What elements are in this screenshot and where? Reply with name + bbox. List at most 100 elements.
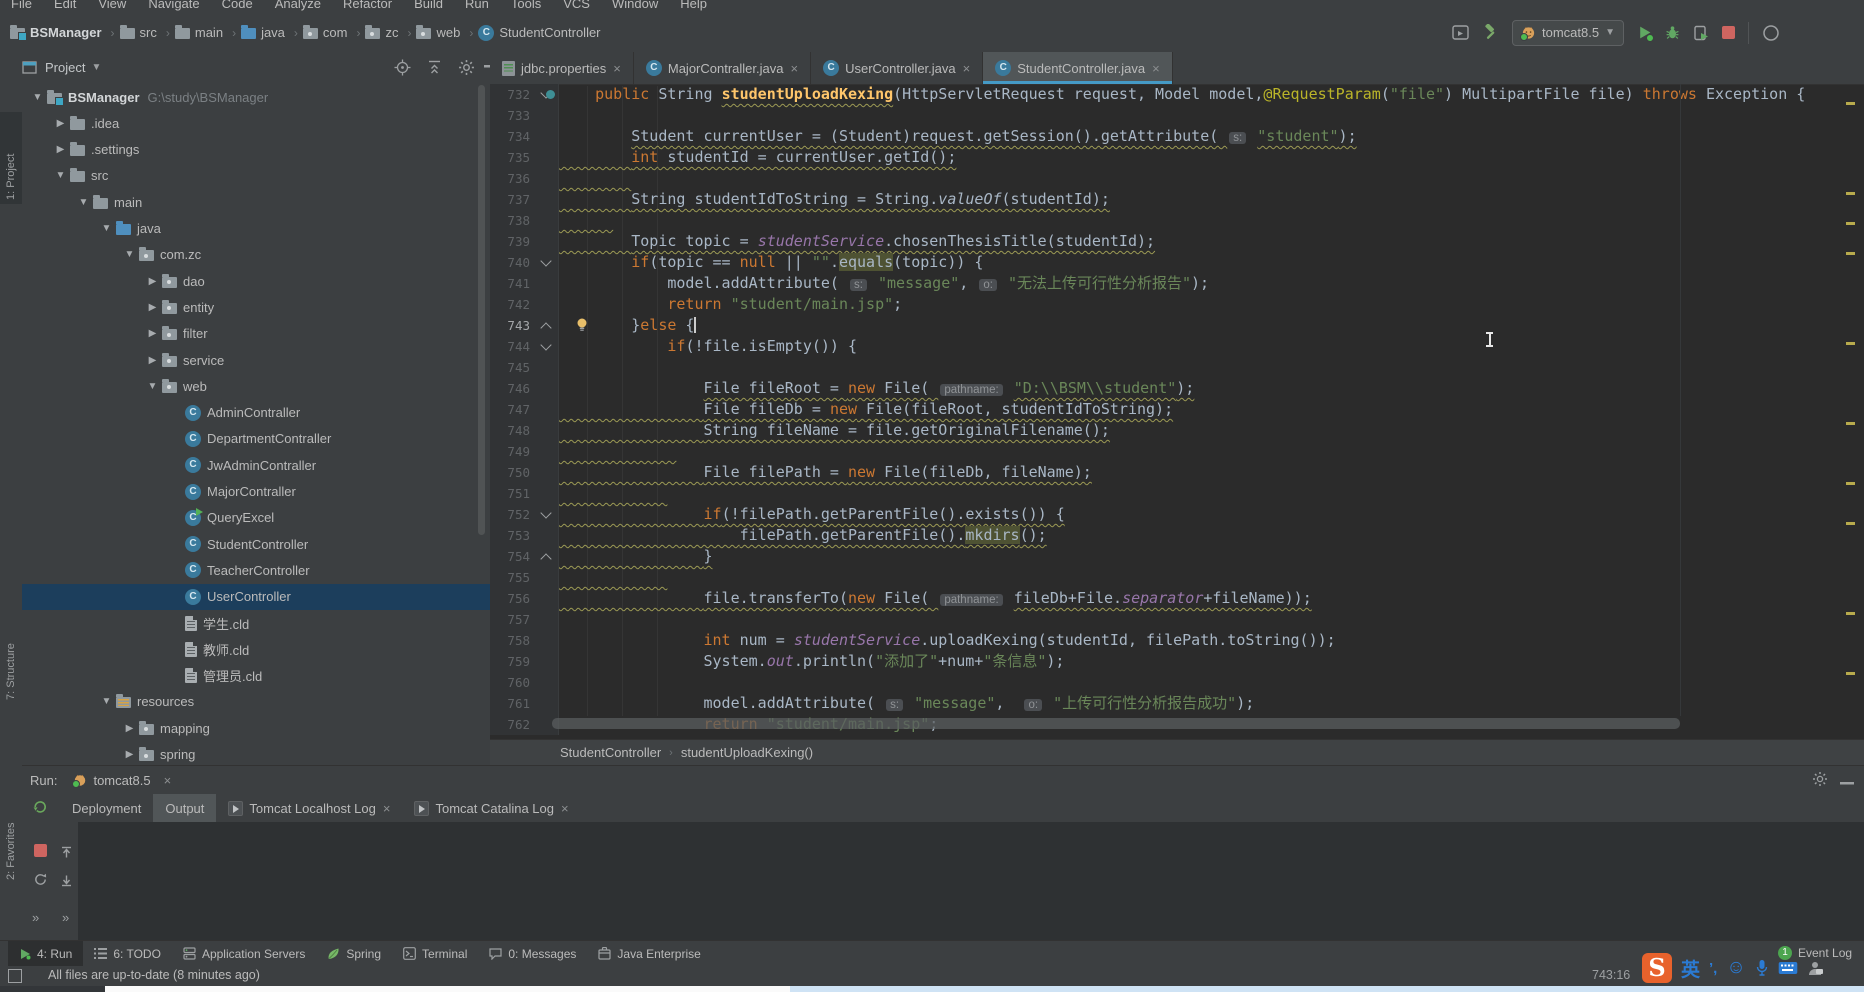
stop-button[interactable]: [1722, 26, 1735, 39]
tree-item-service[interactable]: ▶service: [22, 347, 490, 373]
caret-position[interactable]: 743:16: [1592, 968, 1630, 982]
tab-usercontroller-java[interactable]: CUserController.java×: [811, 52, 983, 84]
editor-horizontal-scrollbar[interactable]: [552, 718, 1680, 729]
tree-item-jwadmincontraller[interactable]: CJwAdminContraller: [22, 452, 490, 478]
down-arrow-icon[interactable]: [60, 874, 73, 887]
warning-stripe-mark[interactable]: [1846, 672, 1855, 675]
tab-jdbc-properties[interactable]: jdbc.properties×: [490, 52, 634, 84]
keyboard-icon[interactable]: [1778, 961, 1798, 975]
tree-item-teachercontroller[interactable]: CTeacherController: [22, 557, 490, 583]
show-run-window-icon[interactable]: [1452, 24, 1469, 41]
close-icon[interactable]: ×: [963, 61, 971, 76]
warning-stripe-mark[interactable]: [1846, 342, 1855, 345]
tree-item-entity[interactable]: ▶entity: [22, 294, 490, 320]
tree-item-queryexcel[interactable]: CQueryExcel: [22, 505, 490, 531]
close-icon[interactable]: ×: [164, 773, 172, 788]
menu-view[interactable]: View: [87, 0, 137, 11]
tree-arrow-icon[interactable]: ▼: [143, 381, 162, 392]
tree-item-majorcontraller[interactable]: CMajorContraller: [22, 479, 490, 505]
tree-arrow-icon[interactable]: ▶: [143, 328, 162, 339]
collapse-all-icon[interactable]: [426, 59, 443, 76]
run-config-tab[interactable]: tomcat8.5 ×: [73, 773, 171, 788]
tree-arrow-icon[interactable]: ▼: [120, 249, 139, 260]
tree-item-cld[interactable]: 教师.cld: [22, 636, 490, 662]
close-icon[interactable]: ×: [790, 61, 798, 76]
tree-item-idea[interactable]: ▶.idea: [22, 110, 490, 136]
tree-item-com-zc[interactable]: ▼com.zc: [22, 242, 490, 268]
breadcrumb-src[interactable]: src: [120, 25, 157, 40]
run-with-coverage-button[interactable]: [1693, 25, 1709, 41]
fold-open-icon[interactable]: [540, 339, 551, 350]
fold-close-icon[interactable]: [540, 322, 551, 333]
up-arrow-icon[interactable]: [60, 846, 73, 859]
tree-item-admincontraller[interactable]: CAdminContraller: [22, 400, 490, 426]
menu-run[interactable]: Run: [454, 0, 500, 11]
close-icon[interactable]: ×: [383, 801, 391, 816]
build-hammer-icon[interactable]: [1482, 24, 1499, 41]
more-chevron-icon[interactable]: »: [62, 910, 69, 925]
breadcrumb-bsmanager[interactable]: BSManager: [10, 25, 102, 40]
tree-item-studentcontroller[interactable]: CStudentController: [22, 531, 490, 557]
tree-arrow-icon[interactable]: ▶: [143, 302, 162, 313]
tree-arrow-icon[interactable]: ▼: [74, 197, 93, 208]
warning-stripe-mark[interactable]: [1846, 102, 1855, 105]
menu-file[interactable]: File: [0, 0, 43, 11]
tree-item-filter[interactable]: ▶filter: [22, 321, 490, 347]
run-tab-output[interactable]: Output: [153, 794, 216, 822]
warning-stripe-mark[interactable]: [1846, 422, 1855, 425]
menu-tools[interactable]: Tools: [500, 0, 552, 11]
rerun-icon[interactable]: [32, 799, 48, 815]
search-everywhere-icon[interactable]: [1762, 24, 1780, 42]
tree-item-bsmanager[interactable]: ▼BSManagerG:\study\BSManager: [22, 84, 490, 110]
fold-close-icon[interactable]: [540, 553, 551, 564]
refresh-icon[interactable]: [33, 872, 48, 887]
breadcrumb-studentcontroller[interactable]: CStudentController: [478, 25, 600, 41]
user-profile-icon[interactable]: [1807, 960, 1823, 976]
tab-studentcontroller-java[interactable]: CStudentController.java×: [983, 52, 1173, 84]
stop-icon[interactable]: [34, 844, 47, 857]
chevron-down-icon[interactable]: ▼: [91, 62, 101, 73]
run-console-output[interactable]: [78, 822, 1864, 941]
warning-stripe-mark[interactable]: [1846, 612, 1855, 615]
tree-item-cld[interactable]: 学生.cld: [22, 610, 490, 636]
warning-stripe-mark[interactable]: [1846, 482, 1855, 485]
tree-arrow-icon[interactable]: ▶: [51, 144, 70, 155]
breadcrumb-method[interactable]: studentUploadKexing(): [681, 745, 813, 760]
emoji-icon[interactable]: ☺: [1726, 957, 1745, 979]
toolwindow-button-1-project[interactable]: 1: Project: [5, 154, 17, 200]
warning-stripe-mark[interactable]: [1846, 252, 1855, 255]
tree-arrow-icon[interactable]: ▶: [143, 355, 162, 366]
run-tab-tomcat-localhost-log[interactable]: Tomcat Localhost Log×: [216, 794, 402, 822]
tree-item-departmentcontraller[interactable]: CDepartmentContraller: [22, 426, 490, 452]
close-icon[interactable]: ×: [561, 801, 569, 816]
tree-item-main[interactable]: ▼main: [22, 189, 490, 215]
tree-arrow-icon[interactable]: ▼: [28, 92, 47, 103]
debug-button[interactable]: [1665, 25, 1680, 40]
breadcrumb-main[interactable]: main: [175, 25, 223, 40]
warning-stripe-mark[interactable]: [1846, 222, 1855, 225]
tree-item-usercontroller[interactable]: CUserController: [22, 584, 490, 610]
fold-open-icon[interactable]: [540, 255, 551, 266]
breadcrumb-com[interactable]: com: [303, 25, 348, 40]
tree-arrow-icon[interactable]: ▶: [120, 723, 139, 734]
tree-item-resources[interactable]: ▼resources: [22, 689, 490, 715]
tree-arrow-icon[interactable]: ▶: [51, 118, 70, 129]
tree-arrow-icon[interactable]: ▶: [120, 749, 139, 760]
project-panel-title[interactable]: Project: [45, 60, 85, 75]
menu-build[interactable]: Build: [403, 0, 454, 11]
toolwindow-button-java-enterprise[interactable]: Java Enterprise: [587, 941, 711, 967]
menu-analyze[interactable]: Analyze: [264, 0, 332, 11]
tree-item-mapping[interactable]: ▶mapping: [22, 715, 490, 741]
menu-refactor[interactable]: Refactor: [332, 0, 403, 11]
toolwindow-button-7-structure[interactable]: 7: Structure: [5, 643, 17, 700]
close-icon[interactable]: ×: [1152, 61, 1160, 76]
tree-item-settings[interactable]: ▶.settings: [22, 137, 490, 163]
run-config-select[interactable]: tomcat8.5 ▼: [1512, 20, 1624, 46]
ime-language-label[interactable]: 英: [1681, 955, 1700, 982]
tree-arrow-icon[interactable]: ▼: [97, 696, 116, 707]
settings-gear-icon[interactable]: [1812, 771, 1828, 787]
code-editor[interactable]: 732 public String studentUploadKexing(Ht…: [490, 84, 1864, 739]
locate-file-icon[interactable]: [394, 59, 411, 76]
breadcrumb-class[interactable]: StudentController: [560, 745, 661, 760]
tab-majorcontraller-java[interactable]: CMajorContraller.java×: [634, 52, 811, 84]
